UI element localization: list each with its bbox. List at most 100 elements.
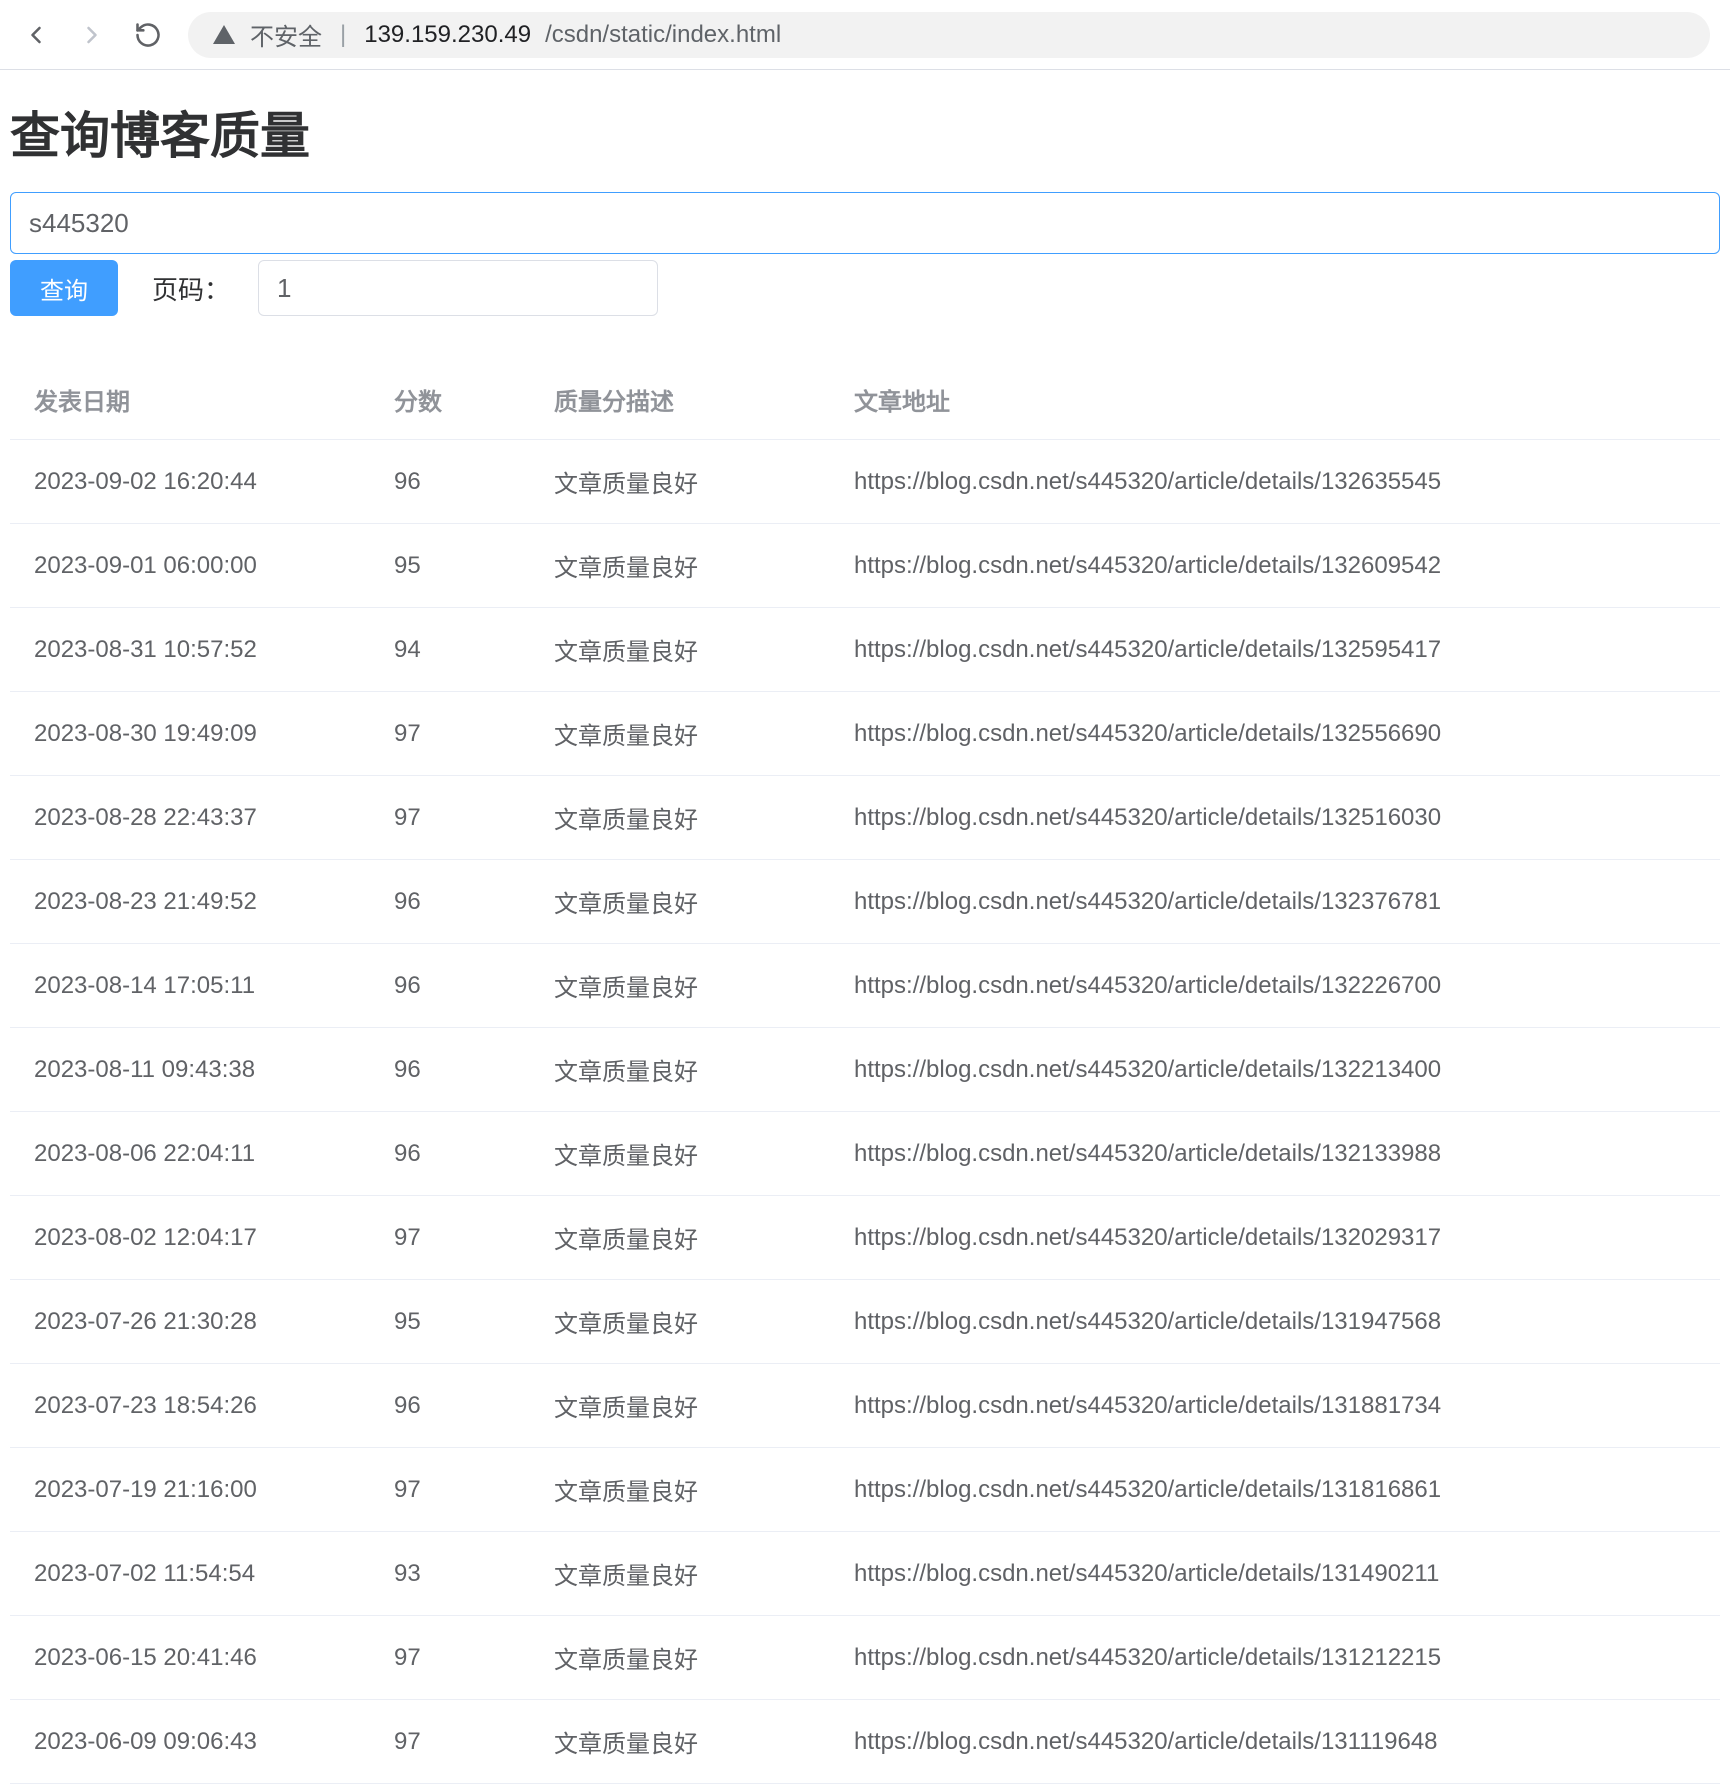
cell-desc: 文章质量良好 bbox=[530, 1196, 830, 1280]
table-header-row: 发表日期 分数 质量分描述 文章地址 bbox=[10, 360, 1720, 440]
cell-date: 2023-08-14 17:05:11 bbox=[10, 944, 370, 1028]
cell-desc: 文章质量良好 bbox=[530, 1364, 830, 1448]
header-score: 分数 bbox=[370, 360, 530, 440]
cell-url[interactable]: https://blog.csdn.net/s445320/article/de… bbox=[830, 440, 1720, 524]
table-row: 2023-07-23 18:54:2696文章质量良好https://blog.… bbox=[10, 1364, 1720, 1448]
cell-desc: 文章质量良好 bbox=[530, 776, 830, 860]
cell-url[interactable]: https://blog.csdn.net/s445320/article/de… bbox=[830, 1448, 1720, 1532]
cell-url[interactable]: https://blog.csdn.net/s445320/article/de… bbox=[830, 776, 1720, 860]
table-row: 2023-09-01 06:00:0095文章质量良好https://blog.… bbox=[10, 524, 1720, 608]
table-row: 2023-06-15 20:41:4697文章质量良好https://blog.… bbox=[10, 1616, 1720, 1700]
table-row: 2023-08-06 22:04:1196文章质量良好https://blog.… bbox=[10, 1112, 1720, 1196]
page-number-label: 页码： bbox=[152, 270, 230, 307]
table-row: 2023-08-23 21:49:5296文章质量良好https://blog.… bbox=[10, 860, 1720, 944]
cell-score: 97 bbox=[370, 1448, 530, 1532]
cell-url[interactable]: https://blog.csdn.net/s445320/article/de… bbox=[830, 860, 1720, 944]
cell-desc: 文章质量良好 bbox=[530, 1028, 830, 1112]
header-url: 文章地址 bbox=[830, 360, 1720, 440]
cell-url[interactable]: https://blog.csdn.net/s445320/article/de… bbox=[830, 1280, 1720, 1364]
cell-date: 2023-06-09 09:06:43 bbox=[10, 1700, 370, 1784]
cell-score: 97 bbox=[370, 776, 530, 860]
cell-score: 96 bbox=[370, 1364, 530, 1448]
page-number-input[interactable] bbox=[258, 260, 658, 316]
cell-date: 2023-08-30 19:49:09 bbox=[10, 692, 370, 776]
cell-desc: 文章质量良好 bbox=[530, 944, 830, 1028]
cell-url[interactable]: https://blog.csdn.net/s445320/article/de… bbox=[830, 1196, 1720, 1280]
cell-desc: 文章质量良好 bbox=[530, 692, 830, 776]
cell-score: 94 bbox=[370, 608, 530, 692]
cell-url[interactable]: https://blog.csdn.net/s445320/article/de… bbox=[830, 1532, 1720, 1616]
cell-desc: 文章质量良好 bbox=[530, 860, 830, 944]
table-row: 2023-07-02 11:54:5493文章质量良好https://blog.… bbox=[10, 1532, 1720, 1616]
cell-date: 2023-07-19 21:16:00 bbox=[10, 1448, 370, 1532]
cell-url[interactable]: https://blog.csdn.net/s445320/article/de… bbox=[830, 524, 1720, 608]
cell-score: 97 bbox=[370, 1700, 530, 1784]
page-content: 查询博客质量 查询 页码： 发表日期 分数 质量分描述 文章地址 2023-09… bbox=[0, 70, 1730, 1784]
cell-date: 2023-09-02 16:20:44 bbox=[10, 440, 370, 524]
cell-url[interactable]: https://blog.csdn.net/s445320/article/de… bbox=[830, 692, 1720, 776]
header-date: 发表日期 bbox=[10, 360, 370, 440]
cell-score: 96 bbox=[370, 860, 530, 944]
forward-icon[interactable] bbox=[76, 19, 108, 51]
reload-icon[interactable] bbox=[132, 19, 164, 51]
page-title: 查询博客质量 bbox=[10, 96, 1720, 168]
table-row: 2023-08-30 19:49:0997文章质量良好https://blog.… bbox=[10, 692, 1720, 776]
cell-score: 95 bbox=[370, 524, 530, 608]
cell-url[interactable]: https://blog.csdn.net/s445320/article/de… bbox=[830, 1364, 1720, 1448]
username-input[interactable] bbox=[10, 192, 1720, 254]
cell-date: 2023-08-23 21:49:52 bbox=[10, 860, 370, 944]
cell-url[interactable]: https://blog.csdn.net/s445320/article/de… bbox=[830, 1112, 1720, 1196]
controls-row: 查询 页码： bbox=[10, 260, 1720, 316]
address-bar[interactable]: 不安全 | 139.159.230.49/csdn/static/index.h… bbox=[188, 12, 1710, 58]
url-host: 139.159.230.49 bbox=[364, 21, 531, 49]
cell-score: 96 bbox=[370, 1112, 530, 1196]
cell-url[interactable]: https://blog.csdn.net/s445320/article/de… bbox=[830, 1616, 1720, 1700]
cell-date: 2023-07-02 11:54:54 bbox=[10, 1532, 370, 1616]
table-row: 2023-07-26 21:30:2895文章质量良好https://blog.… bbox=[10, 1280, 1720, 1364]
cell-desc: 文章质量良好 bbox=[530, 1532, 830, 1616]
insecure-label: 不安全 bbox=[250, 17, 322, 52]
results-table: 发表日期 分数 质量分描述 文章地址 2023-09-02 16:20:4496… bbox=[10, 360, 1720, 1784]
cell-url[interactable]: https://blog.csdn.net/s445320/article/de… bbox=[830, 944, 1720, 1028]
cell-url[interactable]: https://blog.csdn.net/s445320/article/de… bbox=[830, 608, 1720, 692]
cell-url[interactable]: https://blog.csdn.net/s445320/article/de… bbox=[830, 1028, 1720, 1112]
query-button[interactable]: 查询 bbox=[10, 260, 118, 316]
cell-score: 97 bbox=[370, 1616, 530, 1700]
cell-desc: 文章质量良好 bbox=[530, 608, 830, 692]
browser-toolbar: 不安全 | 139.159.230.49/csdn/static/index.h… bbox=[0, 0, 1730, 70]
url-path: /csdn/static/index.html bbox=[545, 21, 781, 49]
cell-url[interactable]: https://blog.csdn.net/s445320/article/de… bbox=[830, 1700, 1720, 1784]
table-row: 2023-09-02 16:20:4496文章质量良好https://blog.… bbox=[10, 440, 1720, 524]
table-row: 2023-06-09 09:06:4397文章质量良好https://blog.… bbox=[10, 1700, 1720, 1784]
warning-icon bbox=[212, 23, 236, 47]
table-row: 2023-08-02 12:04:1797文章质量良好https://blog.… bbox=[10, 1196, 1720, 1280]
cell-score: 97 bbox=[370, 1196, 530, 1280]
url-separator: | bbox=[340, 21, 346, 49]
cell-score: 96 bbox=[370, 944, 530, 1028]
cell-desc: 文章质量良好 bbox=[530, 440, 830, 524]
cell-date: 2023-08-28 22:43:37 bbox=[10, 776, 370, 860]
table-row: 2023-07-19 21:16:0097文章质量良好https://blog.… bbox=[10, 1448, 1720, 1532]
cell-score: 96 bbox=[370, 440, 530, 524]
cell-date: 2023-08-11 09:43:38 bbox=[10, 1028, 370, 1112]
cell-score: 93 bbox=[370, 1532, 530, 1616]
table-row: 2023-08-28 22:43:3797文章质量良好https://blog.… bbox=[10, 776, 1720, 860]
table-row: 2023-08-11 09:43:3896文章质量良好https://blog.… bbox=[10, 1028, 1720, 1112]
cell-date: 2023-07-23 18:54:26 bbox=[10, 1364, 370, 1448]
cell-date: 2023-06-15 20:41:46 bbox=[10, 1616, 370, 1700]
cell-score: 96 bbox=[370, 1028, 530, 1112]
cell-desc: 文章质量良好 bbox=[530, 1700, 830, 1784]
back-icon[interactable] bbox=[20, 19, 52, 51]
cell-desc: 文章质量良好 bbox=[530, 1280, 830, 1364]
header-desc: 质量分描述 bbox=[530, 360, 830, 440]
table-row: 2023-08-31 10:57:5294文章质量良好https://blog.… bbox=[10, 608, 1720, 692]
table-row: 2023-08-14 17:05:1196文章质量良好https://blog.… bbox=[10, 944, 1720, 1028]
cell-date: 2023-08-31 10:57:52 bbox=[10, 608, 370, 692]
cell-desc: 文章质量良好 bbox=[530, 524, 830, 608]
cell-date: 2023-08-06 22:04:11 bbox=[10, 1112, 370, 1196]
cell-score: 95 bbox=[370, 1280, 530, 1364]
cell-desc: 文章质量良好 bbox=[530, 1616, 830, 1700]
cell-score: 97 bbox=[370, 692, 530, 776]
cell-date: 2023-07-26 21:30:28 bbox=[10, 1280, 370, 1364]
cell-date: 2023-09-01 06:00:00 bbox=[10, 524, 370, 608]
